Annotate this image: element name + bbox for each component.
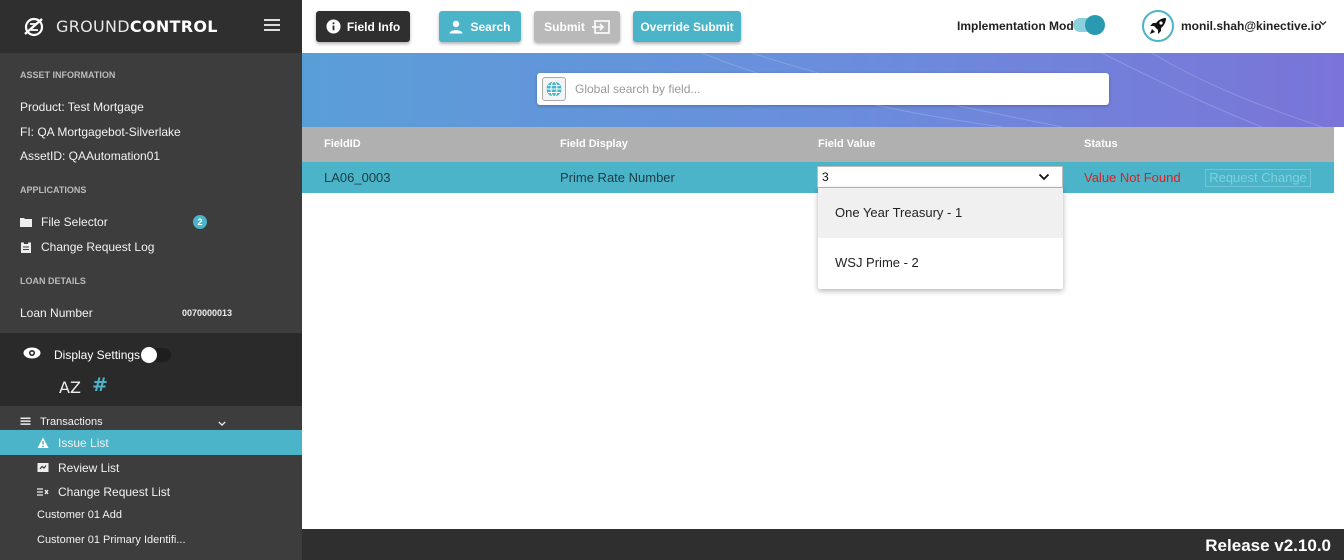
globe-button[interactable] — [542, 77, 566, 101]
sidebar-item-transactions[interactable]: Transactions — [0, 416, 302, 428]
request-change-button[interactable]: Request Change — [1205, 169, 1311, 187]
global-search-box — [537, 73, 1109, 105]
cell-field-display: Prime Rate Number — [560, 170, 675, 185]
clipboard-icon — [21, 241, 31, 253]
review-icon — [37, 463, 49, 472]
brand-name: GROUNDCONTROL — [56, 17, 218, 36]
warning-icon — [37, 437, 49, 448]
customer-01-primary-label: Customer 01 Primary Identifi... — [37, 534, 186, 546]
field-value-selected: 3 — [822, 170, 829, 184]
search-button[interactable]: Search — [439, 11, 521, 42]
cell-field-id: LA06_0003 — [324, 170, 391, 185]
issue-list-label: Issue List — [58, 436, 109, 450]
info-icon — [326, 19, 341, 34]
rocket-icon — [1150, 18, 1166, 34]
sidebar-item-review-list[interactable]: Review List — [0, 461, 302, 475]
eye-icon — [23, 347, 41, 359]
avatar[interactable] — [1142, 10, 1174, 42]
override-submit-button[interactable]: Override Submit — [633, 11, 741, 42]
field-value-select[interactable]: 3 — [817, 166, 1063, 188]
display-settings-label: Display Settings — [54, 348, 141, 362]
chevron-down-icon — [218, 421, 226, 426]
release-version: Release v2.10.0 — [1205, 536, 1331, 555]
user-menu-chevron-icon[interactable] — [1318, 18, 1328, 28]
hamburger-menu-icon[interactable] — [264, 19, 280, 33]
submit-button[interactable]: Submit — [534, 11, 620, 42]
brand-header: GROUNDCONTROL — [0, 0, 302, 53]
change-request-list-label: Change Request List — [58, 485, 171, 499]
list-icon — [20, 417, 31, 425]
loan-details-title: LOAN DETAILS — [20, 276, 86, 286]
customer-01-add-label: Customer 01 Add — [37, 509, 122, 521]
sidebar-item-customer-01-primary[interactable]: Customer 01 Primary Identifi... — [0, 534, 302, 546]
sidebar-item-change-request-list[interactable]: Change Request List — [0, 485, 302, 499]
global-search-input[interactable] — [575, 82, 1075, 96]
review-list-label: Review List — [58, 461, 120, 475]
loan-number-value: 0070000013 — [182, 308, 233, 318]
field-info-label: Field Info — [346, 19, 401, 34]
dropdown-option[interactable]: WSJ Prime - 2 — [818, 238, 1063, 288]
file-selector-label: File Selector — [41, 215, 108, 229]
user-icon — [449, 20, 463, 33]
implementation-mode-toggle[interactable] — [1073, 15, 1105, 35]
chevron-down-icon — [1038, 173, 1050, 181]
field-info-button[interactable]: Field Info — [316, 11, 410, 42]
file-selector-badge: 2 — [193, 215, 207, 229]
sidebar-item-issue-list[interactable]: Issue List — [0, 436, 302, 450]
search-label: Search — [470, 19, 511, 34]
asset-info-title: ASSET INFORMATION — [20, 70, 116, 80]
globe-icon — [546, 81, 562, 97]
footer: Release v2.10.0 — [302, 529, 1344, 560]
override-submit-label: Override Submit — [640, 19, 734, 34]
search-banner — [302, 53, 1344, 127]
fi-info: FI: QA Mortgagebot-Silverlake — [20, 125, 181, 139]
implementation-mode-label: Implementation Mode — [957, 19, 1081, 33]
folder-icon — [20, 218, 32, 227]
header-field-value: Field Value — [818, 138, 876, 150]
transactions-label: Transactions — [40, 416, 103, 428]
table-header: FieldID Field Display Field Value Status — [302, 127, 1334, 162]
field-value-dropdown: One Year Treasury - 1 WSJ Prime - 2 — [818, 188, 1063, 289]
asset-id-info: AssetID: QAAutomation01 — [20, 149, 161, 163]
sidebar: GROUNDCONTROL ASSET INFORMATION Product:… — [0, 0, 302, 560]
header-field-display: Field Display — [560, 138, 628, 150]
header-status: Status — [1084, 138, 1118, 150]
sort-az-icon[interactable]: AZ — [59, 378, 81, 397]
product-info: Product: Test Mortgage — [20, 100, 144, 114]
header-field-id: FieldID — [324, 138, 361, 150]
sidebar-item-customer-01-add[interactable]: Customer 01 Add — [0, 509, 302, 521]
submit-arrow-icon — [591, 19, 610, 34]
loan-number-label: Loan Number — [20, 306, 93, 320]
user-email[interactable]: monil.shah@kinective.io — [1181, 19, 1321, 33]
status-value: Value Not Found — [1084, 170, 1181, 185]
groundcontrol-logo-icon — [24, 17, 44, 36]
sidebar-item-file-selector[interactable]: File Selector 2 — [0, 215, 302, 229]
change-request-log-label: Change Request Log — [41, 240, 155, 254]
display-settings-toggle[interactable] — [141, 347, 171, 363]
hash-icon[interactable]: # — [92, 374, 108, 396]
change-list-icon — [37, 488, 49, 496]
submit-label: Submit — [544, 19, 585, 34]
dropdown-option[interactable]: One Year Treasury - 1 — [818, 188, 1063, 238]
top-toolbar: Field Info Search Submit Override Submit… — [302, 0, 1344, 53]
display-settings-panel: Display Settings AZ # — [0, 333, 302, 406]
applications-title: APPLICATIONS — [20, 185, 87, 195]
sidebar-item-change-request-log[interactable]: Change Request Log — [0, 240, 302, 254]
